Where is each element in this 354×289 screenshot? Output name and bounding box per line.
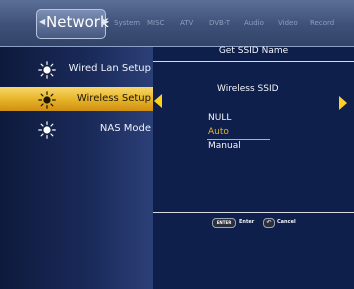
panel-subtitle: Wireless SSID [217, 84, 279, 94]
sun-icon [38, 61, 56, 79]
panel-title: Get SSID Name [218, 46, 289, 56]
option-manual[interactable]: Manual [208, 141, 241, 151]
back-arrow-icon: ↶ [263, 218, 275, 228]
enter-hint-label: Enter [239, 219, 255, 225]
tab-audio[interactable]: Audio [244, 19, 264, 27]
sidebar-item-label: NAS Mode [99, 123, 151, 134]
sidebar-item-nas-mode[interactable]: NAS Mode [0, 117, 153, 141]
cancel-hint-label: Cancel [277, 219, 296, 225]
tab-right-arrow-icon: ▶ [103, 17, 110, 26]
panel-divider-bottom [153, 212, 354, 213]
tab-video[interactable]: Video [278, 19, 298, 27]
tab-network-label: Network [46, 13, 109, 31]
left-arrow-icon[interactable] [154, 94, 162, 108]
tab-system[interactable]: System [114, 19, 140, 27]
sun-icon [38, 91, 56, 109]
right-arrow-icon[interactable] [339, 96, 347, 110]
enter-key-label: ENTER [216, 220, 232, 225]
sidebar-item-label: Wireless Setup [76, 93, 151, 104]
tab-left-arrow-icon: ◀ [39, 17, 46, 26]
tab-misc[interactable]: MISC [147, 19, 164, 27]
tab-dvbt[interactable]: DVB-T [209, 19, 230, 27]
option-auto[interactable]: Auto [208, 127, 229, 137]
panel-divider-top [153, 61, 354, 62]
tab-atv[interactable]: ATV [180, 19, 193, 27]
option-selection-underline [207, 139, 270, 140]
sun-icon [38, 121, 56, 139]
sidebar-item-label: Wired Lan Setup [68, 63, 151, 74]
enter-key-badge: ENTER [212, 218, 236, 228]
option-null[interactable]: NULL [208, 113, 231, 123]
sidebar-item-wired-lan[interactable]: Wired Lan Setup [0, 57, 153, 81]
tab-record[interactable]: Record [310, 19, 334, 27]
settings-sidebar: Wired Lan Setup Wireless Setup NAS Mode [0, 47, 153, 289]
sidebar-item-wireless[interactable]: Wireless Setup [0, 87, 153, 111]
